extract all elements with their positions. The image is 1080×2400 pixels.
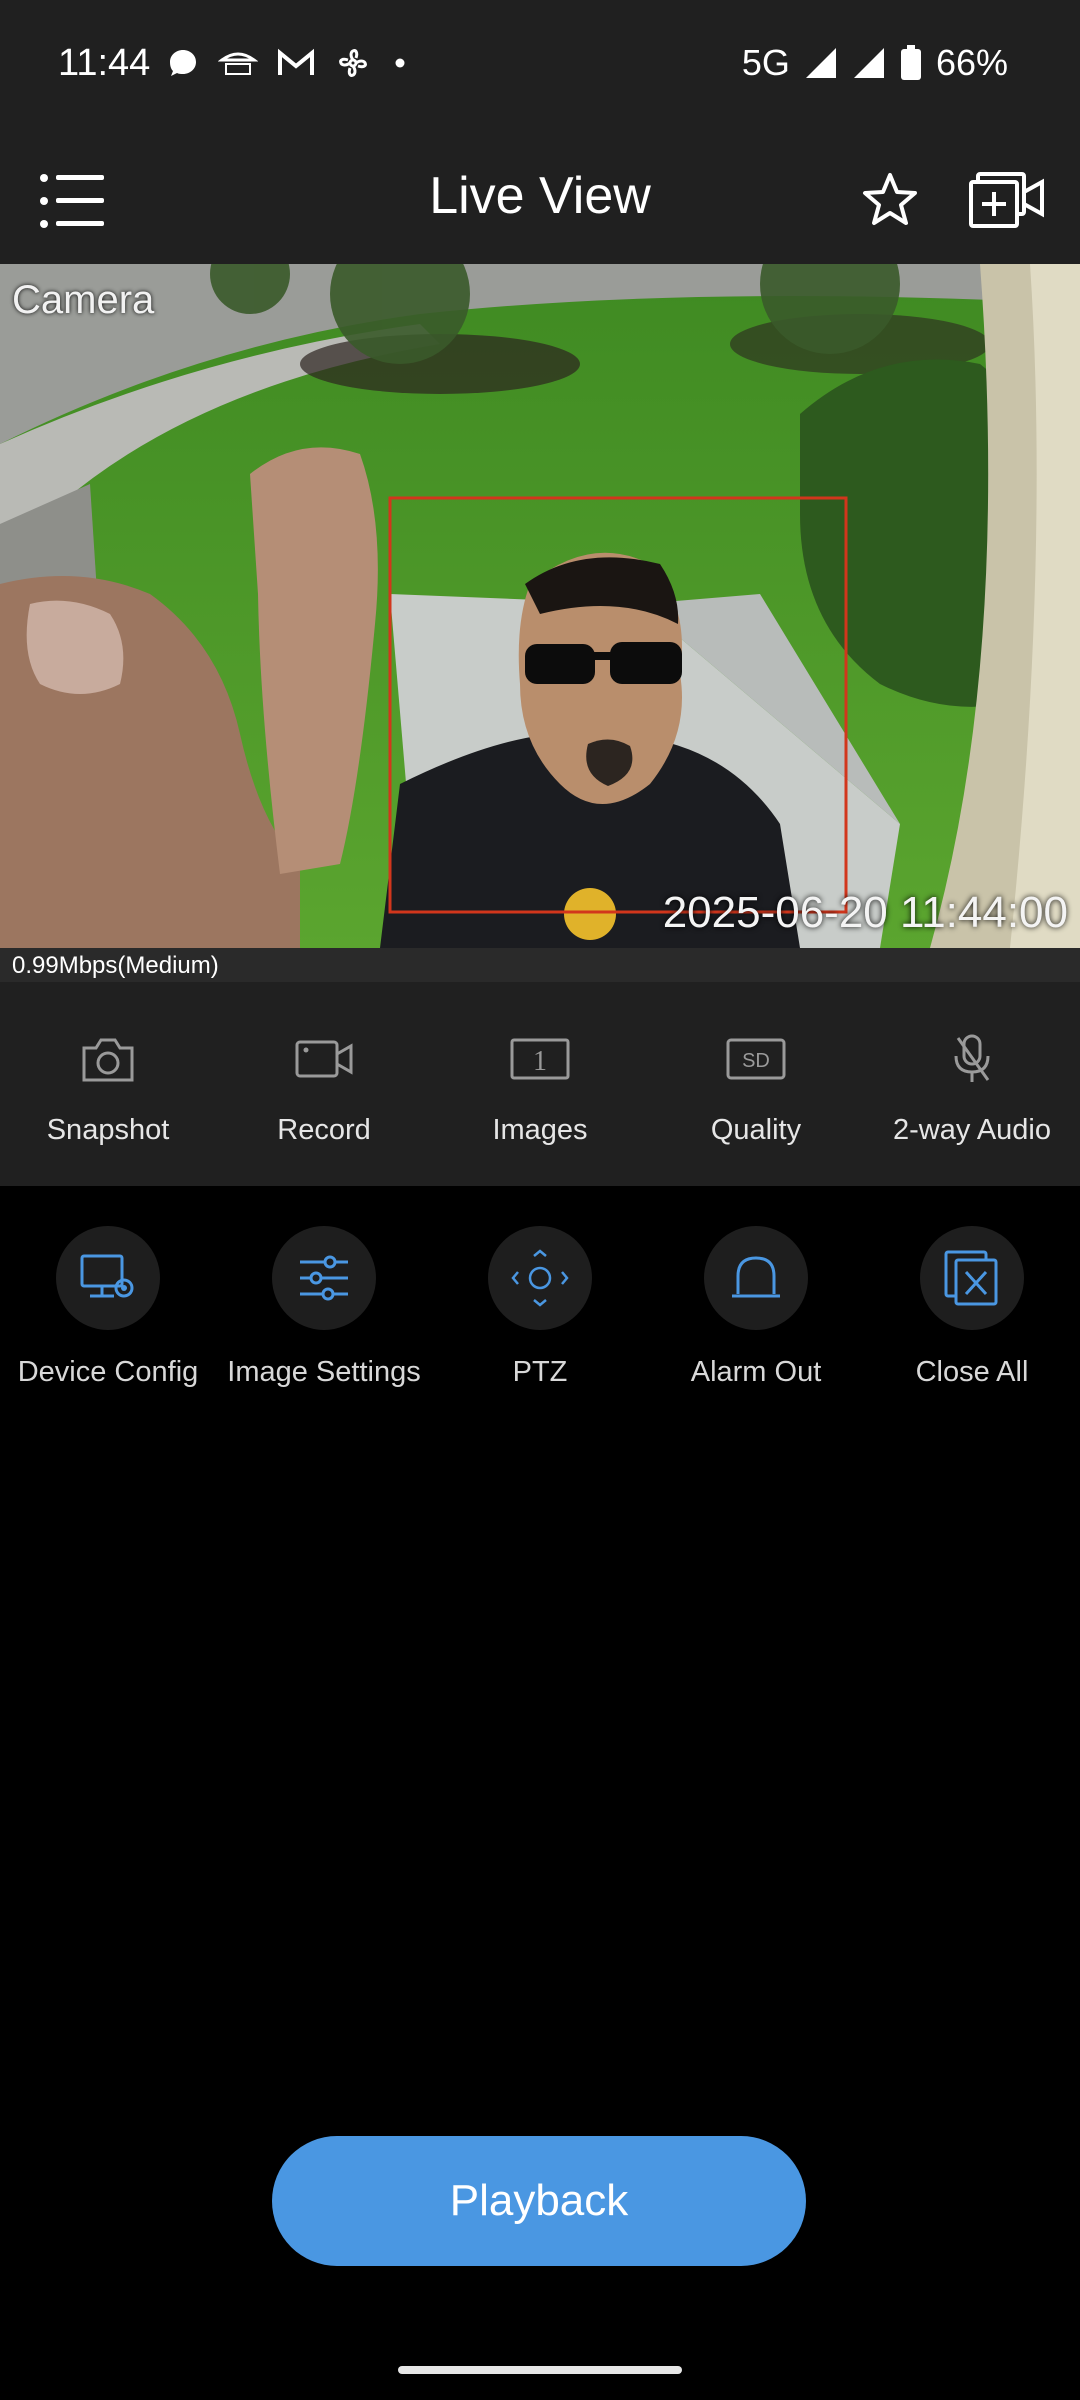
device-config-label: Device Config <box>17 1356 199 1388</box>
video-timestamp: 2025-06-20 11:44:00 <box>662 888 1068 937</box>
signal-icon <box>805 48 836 78</box>
star-icon <box>863 173 917 225</box>
close-all-button[interactable]: Close All <box>864 1186 1080 1406</box>
device-config-circle <box>56 1226 160 1330</box>
alarm-out-label: Alarm Out <box>690 1356 822 1388</box>
close-all-label: Close All <box>915 1356 1029 1388</box>
home-indicator[interactable] <box>398 2366 682 2374</box>
fan-icon <box>339 49 367 77</box>
add-camera-button[interactable] <box>968 170 1046 230</box>
dot-icon <box>395 58 405 68</box>
quality-button[interactable]: SD Quality <box>648 982 864 1186</box>
two-way-audio-button[interactable]: 2-way Audio <box>864 982 1080 1186</box>
bitrate-bar: 0.99Mbps(Medium) <box>0 948 1080 982</box>
close-all-icon <box>944 1250 998 1306</box>
image-settings-label: Image Settings <box>227 1356 421 1388</box>
alarm-out-circle <box>704 1226 808 1330</box>
snapshot-label: Snapshot <box>46 1114 170 1146</box>
bitrate-label: 0.99Mbps(Medium) <box>12 952 219 979</box>
images-button[interactable]: 1 Images <box>432 982 648 1186</box>
battery-icon <box>900 45 921 80</box>
live-video-feed[interactable]: Camera 2025-06-20 11:44:00 <box>0 264 1080 948</box>
gmail-icon <box>278 48 314 75</box>
chat-icon <box>170 50 196 76</box>
video-record-icon <box>295 1040 353 1078</box>
device-config-icon <box>80 1254 134 1298</box>
status-time: 11:44 <box>58 42 151 84</box>
live-toolbar: Snapshot Record 1 Images SD Quality 2-wa… <box>0 982 1080 1186</box>
pizza-hut-icon <box>218 52 258 75</box>
images-badge: 1 <box>533 1046 547 1077</box>
quality-badge: SD <box>742 1050 770 1072</box>
alarm-out-button[interactable]: Alarm Out <box>648 1186 864 1406</box>
sd-quality-icon: SD <box>726 1038 786 1080</box>
image-settings-circle <box>272 1226 376 1330</box>
camera-icon <box>82 1038 134 1082</box>
device-config-button[interactable]: Device Config <box>0 1186 216 1406</box>
ptz-button[interactable]: PTZ <box>432 1186 648 1406</box>
status-right: 5G 66% <box>742 42 1008 84</box>
action-grid: Device Config Image Settings PTZ Alarm O… <box>0 1186 1080 1406</box>
favorite-button[interactable] <box>860 170 920 230</box>
record-button[interactable]: Record <box>216 982 432 1186</box>
status-bar: 11:44 5G 66% <box>0 0 1080 136</box>
camera-frame-image <box>0 264 1080 948</box>
ptz-label: PTZ <box>512 1356 568 1388</box>
ptz-icon <box>511 1249 569 1307</box>
network-type: 5G <box>741 42 790 83</box>
image-settings-button[interactable]: Image Settings <box>216 1186 432 1406</box>
two-way-audio-label: 2-way Audio <box>893 1114 1051 1146</box>
notification-icons <box>166 44 410 82</box>
quality-label: Quality <box>710 1114 802 1146</box>
camera-name-label: Camera <box>12 278 155 322</box>
app-bar: Live View <box>0 136 1080 264</box>
signal-icon-2 <box>853 48 884 78</box>
sliders-icon <box>300 1255 348 1301</box>
images-label: Images <box>492 1114 588 1146</box>
add-camera-icon <box>969 172 1044 228</box>
ptz-circle <box>488 1226 592 1330</box>
record-label: Record <box>277 1114 371 1146</box>
close-all-circle <box>920 1226 1024 1330</box>
microphone-muted-icon <box>954 1034 990 1082</box>
snapshot-button[interactable]: Snapshot <box>0 982 216 1186</box>
alarm-bell-icon <box>732 1256 780 1298</box>
playback-button[interactable]: Playback <box>272 2136 806 2266</box>
images-icon: 1 <box>510 1038 570 1080</box>
battery-level: 66% <box>935 42 1008 83</box>
